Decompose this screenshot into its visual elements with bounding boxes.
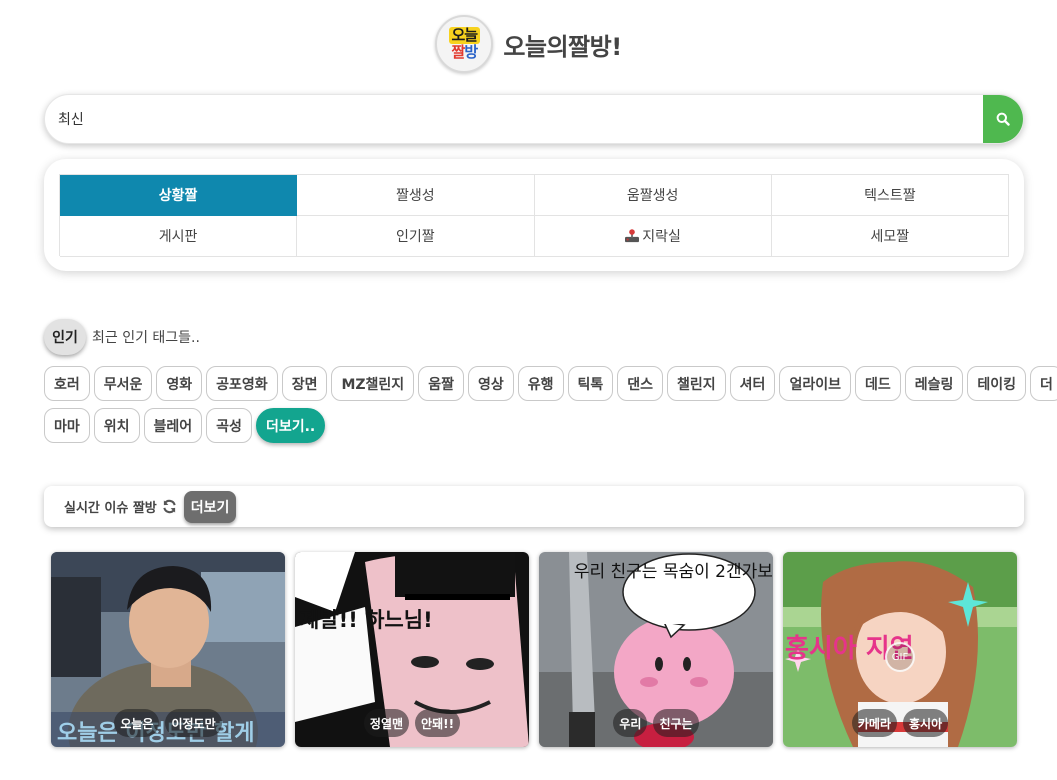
popular-badge: 인기 <box>44 319 86 355</box>
logo-text-bottom: 짤방 <box>450 44 480 61</box>
menu-item-gif-create[interactable]: 움짤생성 <box>534 175 772 216</box>
card-tag[interactable]: 안돼!! <box>415 709 461 737</box>
realtime-issue-bar: 실시간 이슈 짤방 더보기 <box>44 486 1024 527</box>
card-tag[interactable]: 이정도만 <box>165 709 222 737</box>
menu-item-board[interactable]: 게시판 <box>60 216 298 257</box>
tag-chip[interactable]: 댄스 <box>617 366 664 401</box>
tag-row: 호러 무서운 영화 공포영화 장면 MZ챌린지 움짤 영상 유행 틱톡 댄스 챌린지 셔터 얼라이브 데드 레… <box>44 366 1057 401</box>
logo-char-b: 방 <box>464 43 478 61</box>
tag-chip[interactable]: 호러 <box>44 366 90 401</box>
tag-chip[interactable]: 얼라이브 <box>779 366 851 401</box>
tag-chip[interactable]: 데드 <box>854 366 901 401</box>
tag-chip[interactable]: 움짤 <box>418 366 464 401</box>
card-tag[interactable]: 카메라 <box>851 709 897 737</box>
logo-text-top: 오늘 <box>448 27 481 44</box>
tag-chip[interactable]: 마마 <box>44 408 90 443</box>
gif-badge: GIF <box>885 642 915 672</box>
tag-chip[interactable]: 셔터 <box>729 366 776 401</box>
popular-tags-caption: 최근 인기 태그들.. <box>92 330 200 346</box>
menu-item-create[interactable]: 짤생성 <box>297 175 535 216</box>
site-title[interactable]: 오늘의짤방! <box>503 27 622 62</box>
menu-item-triangle[interactable]: 세모짤 <box>771 216 1009 257</box>
menu-item-situation[interactable]: 상황짤 <box>60 175 298 216</box>
menu-item-jirak[interactable]: 지락실 <box>534 216 772 257</box>
card-tags: 정열맨 안돼!! <box>295 709 529 737</box>
tag-row: 마마 위치 블레어 곡성 더보기.. <box>44 408 1004 443</box>
card-tag[interactable]: 오늘은 <box>114 709 160 737</box>
card-tags: 우리 친구는 <box>539 709 773 737</box>
tag-chip[interactable]: 테이킹 <box>967 366 1027 401</box>
tag-chip[interactable]: 무서운 <box>93 366 153 401</box>
card-tag[interactable]: 친구는 <box>653 709 699 737</box>
menu-item-jirak-label: 지락실 <box>642 229 681 245</box>
meme-card-list: 오늘은 이정도만 할게 오늘은 이정도만 제발!! 하느님! 정열맨 안돼!! <box>51 552 1017 747</box>
search-bar <box>44 94 1024 144</box>
search-input[interactable] <box>45 95 983 143</box>
refresh-icon[interactable] <box>162 499 177 514</box>
popular-tags-header: 인기 최근 인기 태그들.. <box>44 319 200 355</box>
issue-more-button[interactable]: 더보기 <box>183 490 237 523</box>
tag-chip[interactable]: 더 <box>1030 366 1057 401</box>
menu-item-popular[interactable]: 인기짤 <box>297 216 535 257</box>
search-button[interactable] <box>983 95 1023 143</box>
menu-item-text[interactable]: 텍스트짤 <box>771 175 1009 216</box>
meme-card[interactable]: 제발!! 하느님! 정열맨 안돼!! <box>295 552 529 747</box>
tag-chip[interactable]: 영화 <box>156 366 203 401</box>
tag-chip[interactable]: 틱톡 <box>567 366 614 401</box>
site-header: 오늘 짤방 오늘의짤방! <box>0 14 1057 74</box>
card-tags: 오늘은 이정도만 <box>51 709 285 737</box>
meme-card[interactable]: 홍시아 지연 GIF 카메라 홍시아 <box>783 552 1017 747</box>
realtime-issue-title: 실시간 이슈 짤방 <box>64 501 157 516</box>
tag-chip[interactable]: 레슬링 <box>904 366 964 401</box>
more-tags-button[interactable]: 더보기.. <box>255 408 326 443</box>
logo-char-a: 짤 <box>451 43 466 61</box>
card-tag[interactable]: 우리 <box>613 709 648 737</box>
tag-chip[interactable]: 곡성 <box>206 408 252 443</box>
search-icon <box>996 112 1010 126</box>
card-tag[interactable]: 정열맨 <box>363 709 410 737</box>
overlay-caption: 제발!! 하느님! <box>300 608 433 632</box>
tag-chip[interactable]: 블레어 <box>143 408 203 443</box>
category-menu: 상황짤 짤생성 움짤생성 텍스트짤 게시판 인기짤 지락실 세모짤 <box>59 174 1009 257</box>
meme-card[interactable]: 오늘은 이정도만 할게 오늘은 이정도만 <box>51 552 285 747</box>
joystick-icon <box>625 229 640 243</box>
tag-chip[interactable]: 챌린지 <box>667 366 726 401</box>
card-tags: 카메라 홍시아 <box>783 709 1017 737</box>
tag-chip[interactable]: 영상 <box>467 366 514 401</box>
overlay-caption: 우리 친구는 목숨이 2갠가보군요 <box>574 562 773 582</box>
site-logo[interactable]: 오늘 짤방 <box>435 15 494 73</box>
tag-chip[interactable]: 공포영화 <box>206 366 278 401</box>
tag-chip[interactable]: 유행 <box>517 366 564 401</box>
tag-chip[interactable]: 장면 <box>281 366 328 401</box>
meme-card[interactable]: 우리 친구는 목숨이 2갠가보군요 우리 친구는 <box>539 552 773 747</box>
card-tag[interactable]: 홍시아 <box>903 709 949 737</box>
popular-tag-list: 호러 무서운 영화 공포영화 장면 MZ챌린지 움짤 영상 유행 틱톡 댄스 챌린지 셔터 얼라이브 데드 레… <box>44 366 1057 450</box>
category-menu-card: 상황짤 짤생성 움짤생성 텍스트짤 게시판 인기짤 지락실 세모짤 <box>44 159 1024 271</box>
tag-chip[interactable]: MZ챌린지 <box>331 366 415 401</box>
tag-chip[interactable]: 위치 <box>93 408 140 443</box>
